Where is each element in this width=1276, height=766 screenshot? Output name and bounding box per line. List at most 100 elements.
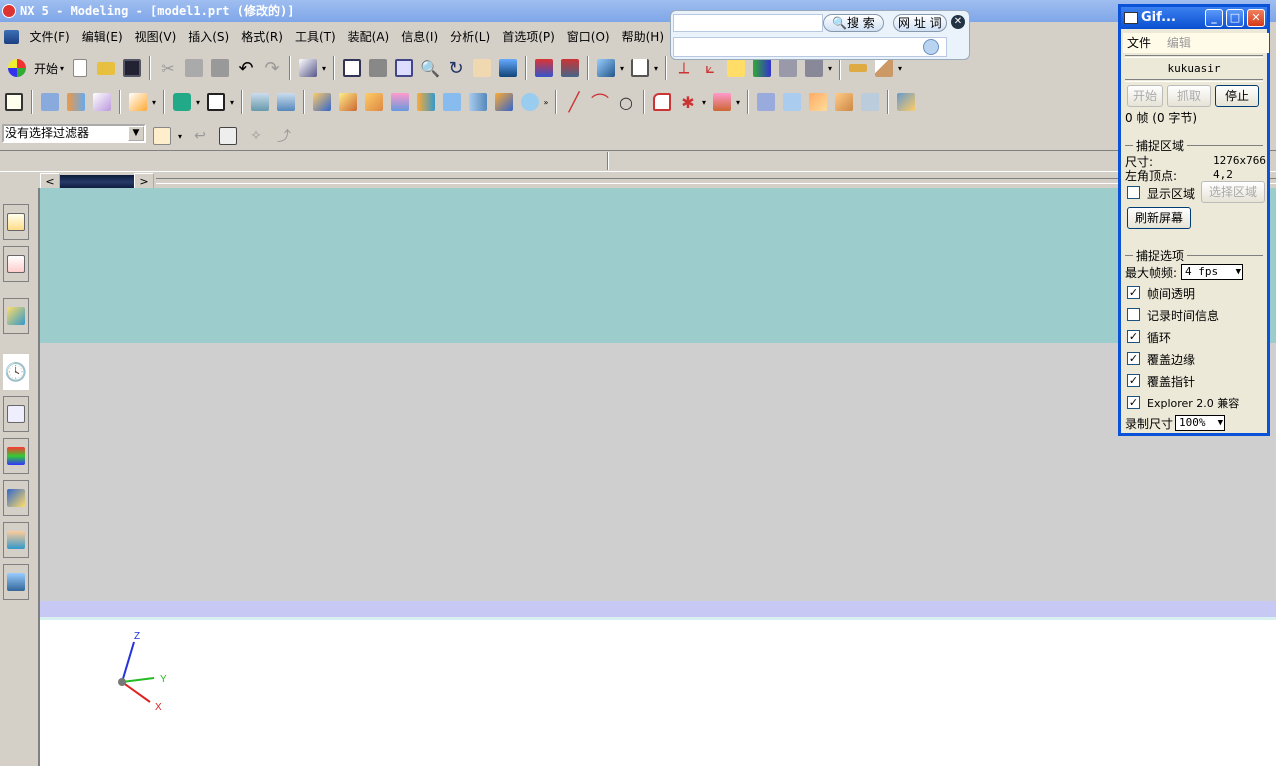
orient-view-icon[interactable]: [628, 56, 652, 80]
fillet-icon[interactable]: [650, 90, 674, 114]
save-icon[interactable]: [120, 56, 144, 80]
menu-assemblies[interactable]: 装配(A): [342, 27, 396, 47]
datum-csys-icon[interactable]: [90, 90, 114, 114]
history-clock-icon[interactable]: 🕓: [3, 354, 29, 390]
cone-icon[interactable]: [310, 90, 334, 114]
cut-icon[interactable]: ✂: [156, 56, 180, 80]
search-input[interactable]: [673, 14, 823, 32]
rotate-icon[interactable]: ↻: [444, 56, 468, 80]
fit-view-icon[interactable]: [340, 56, 364, 80]
start-icon[interactable]: [2, 56, 32, 80]
new-file-icon[interactable]: [68, 56, 92, 80]
graphics-window[interactable]: [38, 188, 1276, 766]
point-icon[interactable]: [170, 90, 194, 114]
menu-window[interactable]: 窗口(O): [561, 27, 616, 47]
assembly-navigator-icon[interactable]: [3, 204, 29, 240]
select-body-icon[interactable]: ⤴: [272, 124, 296, 148]
zoom-icon[interactable]: 🔍: [418, 56, 442, 80]
menu-information[interactable]: 信息(I): [395, 27, 444, 47]
max-fps-select[interactable]: 4 fps ▼: [1181, 264, 1243, 280]
menu-tools[interactable]: 工具(T): [289, 27, 342, 47]
open-folder-icon[interactable]: [94, 56, 118, 80]
selection-filter-dropdown[interactable]: 没有选择过滤器 ▼: [2, 124, 146, 143]
slot-icon[interactable]: [466, 90, 490, 114]
groove-icon[interactable]: [492, 90, 516, 114]
render-style-icon[interactable]: [594, 56, 618, 80]
copy-icon[interactable]: [923, 39, 939, 55]
scroll-thumb[interactable]: [60, 175, 134, 189]
system-materials-icon[interactable]: [3, 564, 29, 600]
arc-icon[interactable]: ⌒: [588, 90, 612, 114]
datum-plane-icon[interactable]: [38, 90, 62, 114]
constraint-navigator-icon[interactable]: [3, 246, 29, 282]
option-checkbox-5[interactable]: ✓: [1127, 396, 1140, 409]
pocket-icon[interactable]: [414, 90, 438, 114]
users-icon[interactable]: [3, 522, 29, 558]
menu-analysis[interactable]: 分析(L): [444, 27, 496, 47]
selection-icon[interactable]: [296, 56, 320, 80]
url-button[interactable]: 网 址 词: [893, 14, 947, 32]
gif-menu-file[interactable]: 文件: [1127, 36, 1151, 50]
gif-menu-edit[interactable]: 编辑: [1167, 36, 1191, 50]
menu-edit[interactable]: 编辑(E): [76, 27, 129, 47]
option-checkbox-0[interactable]: ✓: [1127, 286, 1140, 299]
extrude-icon[interactable]: [126, 90, 150, 114]
trim-icon[interactable]: ✱: [676, 90, 700, 114]
record-size-select[interactable]: 100% ▼: [1175, 415, 1225, 431]
start-button[interactable]: 开始: [1127, 85, 1163, 107]
start-button-label[interactable]: 开始: [34, 60, 58, 77]
return-icon[interactable]: ↩: [188, 124, 212, 148]
through-curves-icon[interactable]: [754, 90, 778, 114]
undo-icon[interactable]: ↶: [234, 56, 258, 80]
option-checkbox-1[interactable]: [1127, 308, 1140, 321]
address-input[interactable]: [673, 37, 947, 57]
close-icon[interactable]: ✕: [951, 15, 965, 29]
close-button[interactable]: ✕: [1247, 9, 1265, 27]
menu-insert[interactable]: 插入(S): [182, 27, 235, 47]
menu-file[interactable]: 文件(F): [23, 27, 75, 47]
menu-view[interactable]: 视图(V): [129, 27, 183, 47]
line-icon[interactable]: ╱: [562, 90, 586, 114]
capture-button[interactable]: 抓取: [1167, 85, 1211, 107]
pad-icon[interactable]: [440, 90, 464, 114]
boss-icon[interactable]: [388, 90, 412, 114]
select-face-icon[interactable]: [216, 124, 240, 148]
layer-settings-icon[interactable]: [532, 56, 556, 80]
shape-analysis-icon[interactable]: [894, 90, 918, 114]
show-region-checkbox[interactable]: [1127, 186, 1140, 199]
search-button[interactable]: 🔍搜 索: [823, 14, 884, 32]
paste-icon[interactable]: [208, 56, 232, 80]
bounded-plane-icon[interactable]: [806, 90, 830, 114]
zoom-fit-icon[interactable]: [392, 56, 416, 80]
menu-help[interactable]: 帮助(H): [616, 27, 670, 47]
maximize-button[interactable]: □: [1226, 9, 1244, 27]
circle-icon[interactable]: ○: [614, 90, 638, 114]
refresh-screen-button[interactable]: 刷新屏幕: [1127, 207, 1191, 229]
roles-icon[interactable]: [3, 480, 29, 516]
layer-visible-icon[interactable]: [558, 56, 582, 80]
snap-point-icon[interactable]: [150, 124, 174, 148]
rectangle-icon[interactable]: [204, 90, 228, 114]
menu-format[interactable]: 格式(R): [235, 27, 289, 47]
minimize-button[interactable]: _: [1205, 9, 1223, 27]
datum-axis-icon[interactable]: [64, 90, 88, 114]
sketch-icon[interactable]: [2, 90, 26, 114]
option-checkbox-4[interactable]: ✓: [1127, 374, 1140, 387]
through-mesh-icon[interactable]: [780, 90, 804, 114]
redo-icon[interactable]: ↷: [260, 56, 284, 80]
app-menu-icon[interactable]: [4, 30, 20, 44]
swept-icon[interactable]: [710, 90, 734, 114]
zoom-window-icon[interactable]: [366, 56, 390, 80]
cylinder-icon[interactable]: [274, 90, 298, 114]
menu-preferences[interactable]: 首选项(P): [496, 27, 561, 47]
sew-icon[interactable]: [858, 90, 882, 114]
thread-icon[interactable]: [518, 90, 542, 114]
select-region-button[interactable]: 选择区域: [1201, 181, 1265, 203]
copy-icon[interactable]: [182, 56, 206, 80]
sphere-icon[interactable]: [336, 90, 360, 114]
chevron-down-icon[interactable]: ▼: [128, 126, 144, 141]
stop-button[interactable]: 停止: [1215, 85, 1259, 107]
option-checkbox-2[interactable]: ✓: [1127, 330, 1140, 343]
select-feature-icon[interactable]: ✧: [244, 124, 268, 148]
option-checkbox-3[interactable]: ✓: [1127, 352, 1140, 365]
